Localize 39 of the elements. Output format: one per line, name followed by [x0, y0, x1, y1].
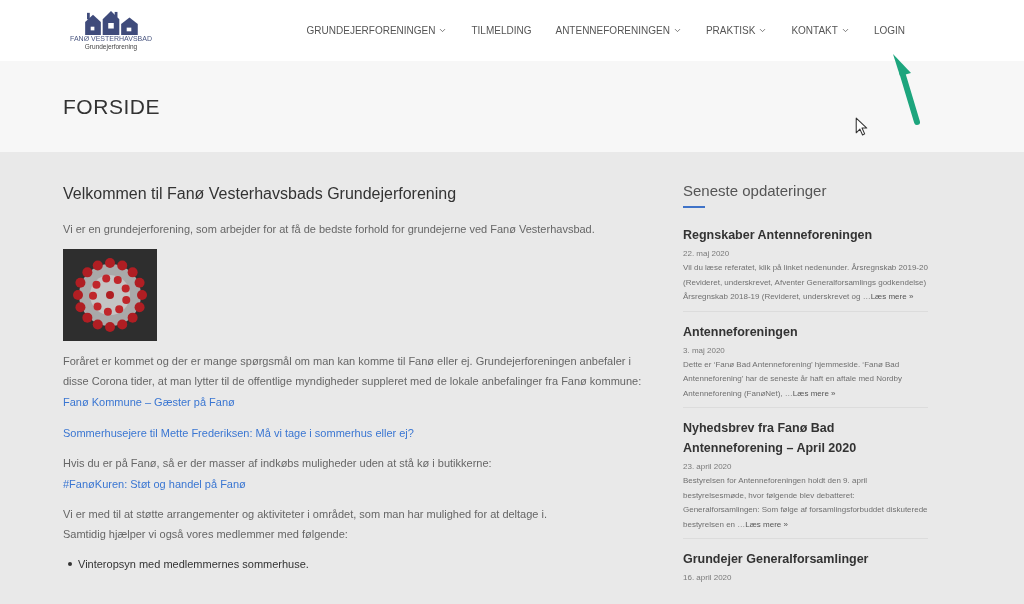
post-date: 22. maj 2020 — [683, 248, 731, 260]
text-link[interactable]: Fanø Kommune – Gæster på Fanø — [63, 396, 235, 408]
nav-link[interactable]: TILMELDING — [471, 23, 532, 38]
chevron-down-icon — [672, 26, 682, 35]
chevron-down-icon — [840, 26, 850, 35]
post-excerpt: Bestyrelsen for Antenneforeningen holdt den 9. april bestyrelsesmøde, hvor følgende blev debatteret: Generalforsamlingen: Som følge af forsamlingsforbuddet diskuterede bestyrelsen en …Læs mere » — [683, 475, 928, 531]
post-title-link[interactable]: Regnskaber Antenneforeningen — [683, 225, 928, 245]
chevron-down-icon — [438, 26, 448, 35]
sidebar-heading: Seneste opdateringer — [683, 181, 828, 201]
text-link[interactable]: Sommerhusejere til Mette Frederiksen: Må vi tage i sommerhus eller ej? — [63, 427, 414, 439]
body-text: Vi er med til at støtte arrangementer og aktiviteter i området, som man har mulighed for at deltage i. — [63, 507, 549, 522]
post-date: 16. april 2020 — [683, 572, 733, 584]
nav-link[interactable]: KONTAKT — [791, 23, 850, 38]
body-text: Samtidig hjælper vi også vores medlemmer med følgende: — [63, 527, 349, 542]
nav-link[interactable]: GRUNDEJERFORENINGEN — [306, 23, 448, 38]
post-excerpt: Dette er ‘Fanø Bad Antenneforening’ hjemmeside. ‘Fanø Bad Antenneforening’ har de seneste år haft en aftale med Nordby Antenneforening (FanøNet), …Læs mere » — [683, 358, 903, 400]
body-text: Foråret er kommet og der er mange spørgsmål om man kan komme til Fanø eller ej. Grundejerforeningen anbefaler i disse Corona tider, at man lytter til de offentlige myndigheder suppleret med de lokale anbefalinger fra Fanø kommune: — [63, 354, 643, 389]
body-text: Hvis du er på Fanø, så er der masser af indkøbs muligheder uden at stå kø i butikkerne: — [63, 456, 493, 471]
read-more-link[interactable]: Læs mere » — [745, 519, 788, 529]
post-title-link[interactable]: Grundejer Generalforsamlinger — [683, 549, 928, 569]
cursor-icon — [855, 117, 868, 136]
read-more-link[interactable]: Læs mere » — [870, 292, 914, 301]
body-text: Vi er en grundejerforening, som arbejder for at få de bedste forhold for grundejerne ved Fanø Vesterhavsbad. — [63, 222, 596, 237]
post-date: 23. april 2020 — [683, 461, 733, 473]
content-heading: Velkommen til Fanø Vesterhavsbads Grundejerforening — [63, 184, 458, 204]
list-item-text: Vinteropsyn med medlemmernes sommerhuse. — [78, 557, 309, 572]
text-link[interactable]: #FanøKuren: Støt og handel på Fanø — [63, 478, 246, 490]
nav-link[interactable]: ANTENNEFORENINGEN — [555, 23, 682, 38]
post-date: 3. maj 2020 — [683, 344, 726, 357]
post-title-link[interactable]: Nyhedsbrev fra Fanø Bad Antenneforening – April 2020 — [683, 418, 928, 458]
nav-link[interactable]: LOGIN — [873, 23, 905, 38]
post-title-link[interactable]: Antenneforeningen — [683, 321, 928, 342]
bullet-icon — [68, 562, 72, 566]
nav-link[interactable]: PRAKTISK — [705, 23, 768, 38]
read-more-link[interactable]: Læs mere » — [792, 388, 836, 398]
post-excerpt: Vil du læse referatet, klik på linket nedenunder. Årsregnskab 2019-20 (Revideret, underskrevet, Afventer Generalforsamlings godkendelse) Årsregnskab 2018-19 (Revideret, underskrevet og …Læs mere » — [683, 262, 928, 303]
page-title: FORSIDE — [63, 93, 161, 120]
chevron-down-icon — [758, 26, 768, 35]
houses-logo-icon — [83, 10, 139, 35]
